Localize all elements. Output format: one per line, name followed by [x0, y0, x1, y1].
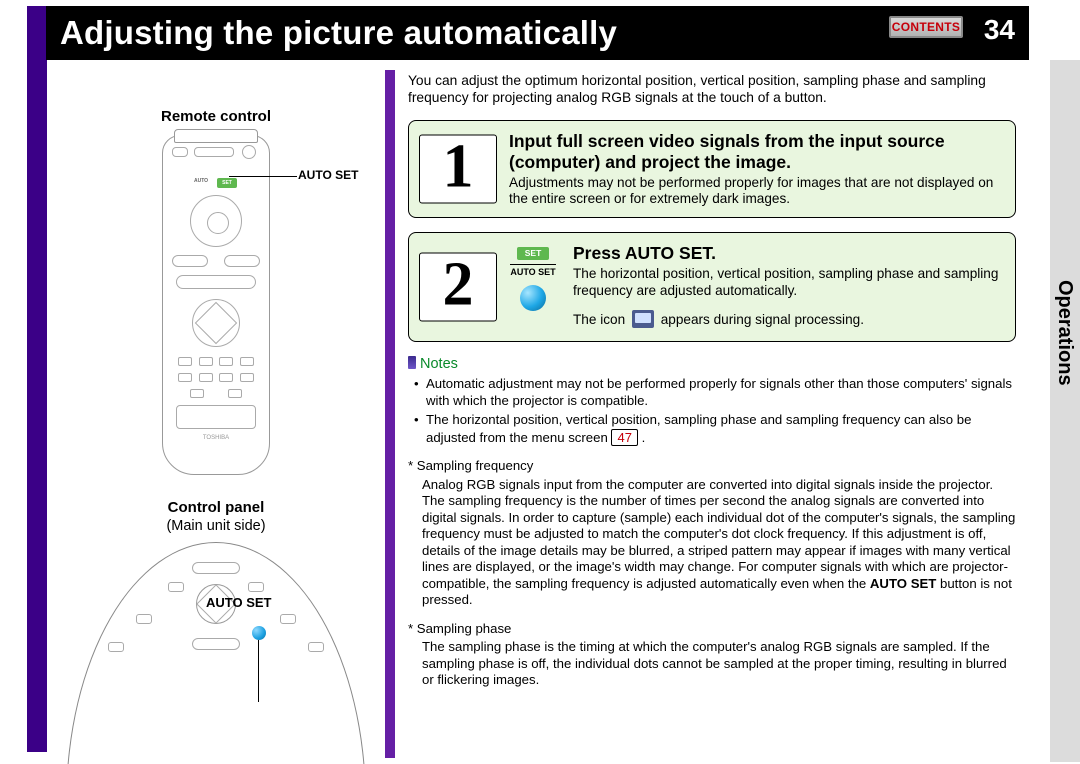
- remote-illustration: AUTO SET TOSHIBA: [162, 135, 270, 475]
- def1-part-a: Analog RGB signals input from the comput…: [422, 477, 1015, 591]
- auto-tiny-label: AUTO: [194, 178, 208, 184]
- note-1: Automatic adjustment may not be performe…: [414, 376, 1016, 409]
- step-1-number: 1: [420, 136, 496, 203]
- control-panel-illustration: [66, 542, 366, 682]
- manual-page: Adjusting the picture automatically CONT…: [0, 0, 1080, 764]
- step-2-body-1: The horizontal position, vertical positi…: [573, 266, 1001, 299]
- set-badge: SET: [517, 247, 550, 260]
- auto-set-callout-remote: AUTO SET: [298, 168, 358, 182]
- step-1-card: 1 Input full screen video signals from t…: [408, 120, 1016, 218]
- def-term-2: Sampling phase: [408, 621, 1016, 638]
- note-2-text-b: .: [642, 430, 646, 445]
- leader-line: [229, 176, 297, 177]
- intro-text: You can adjust the optimum horizontal po…: [408, 72, 1016, 106]
- notes-heading: Notes: [408, 356, 1016, 372]
- def-term-1: Sampling frequency: [408, 458, 1016, 475]
- step-2-number-box: 2: [419, 253, 497, 322]
- notes-list: Automatic adjustment may not be performe…: [414, 376, 1016, 446]
- section-tab: [1050, 60, 1080, 762]
- step-2-body-2: The icon appears during signal processin…: [573, 310, 1001, 329]
- definition-sampling-phase: Sampling phase The sampling phase is the…: [408, 621, 1016, 689]
- remote-control-heading: Remote control: [56, 108, 376, 125]
- auto-set-callout-panel: AUTO SET: [206, 595, 272, 610]
- page-number: 34: [984, 14, 1015, 46]
- icon-sentence-pre: The icon: [573, 312, 625, 327]
- control-panel-heading: Control panel: [56, 499, 376, 516]
- contents-button[interactable]: CONTENTS: [889, 16, 963, 38]
- processing-icon: [632, 310, 654, 328]
- section-tab-label: Operations: [1053, 280, 1076, 386]
- auto-set-sublabel: AUTO SET: [505, 267, 561, 277]
- step-2-number: 2: [420, 254, 496, 321]
- icon-sentence-post: appears during signal processing.: [661, 312, 864, 327]
- note-2: The horizontal position, vertical positi…: [414, 412, 1016, 446]
- note-2-text-a: The horizontal position, vertical positi…: [426, 412, 971, 445]
- decor-bar-divider: [385, 70, 395, 758]
- step-2-icon-column: SET AUTO SET: [505, 243, 561, 311]
- page-title: Adjusting the picture automatically: [60, 14, 617, 52]
- step-2-title: Press AUTO SET.: [573, 243, 1001, 264]
- step-1-body: Adjustments may not be performed properl…: [509, 175, 1001, 208]
- definition-sampling-frequency: Sampling frequency Analog RGB signals in…: [408, 458, 1016, 609]
- def-body-2: The sampling phase is the timing at whic…: [408, 639, 1016, 689]
- page-ref-link[interactable]: 47: [611, 429, 637, 447]
- auto-set-dot-icon: [520, 285, 546, 311]
- control-panel-subheading: (Main unit side): [56, 518, 376, 534]
- def-body-1: Analog RGB signals input from the comput…: [408, 477, 1016, 609]
- step-1-number-box: 1: [419, 135, 497, 204]
- auto-set-button-dot: [252, 626, 266, 640]
- right-column: You can adjust the optimum horizontal po…: [408, 72, 1016, 689]
- notes-icon: [408, 356, 416, 369]
- step-1-title: Input full screen video signals from the…: [509, 131, 1001, 172]
- step-2-card: 2 SET AUTO SET Press AUTO SET. The horiz…: [408, 232, 1016, 342]
- remote-set-button-highlight: SET: [217, 178, 237, 188]
- def1-bold: AUTO SET: [870, 576, 936, 591]
- header-band: Adjusting the picture automatically CONT…: [46, 6, 1029, 60]
- remote-brand: TOSHIBA: [162, 435, 270, 441]
- notes-heading-text: Notes: [420, 356, 458, 372]
- decor-bar-left: [27, 6, 47, 752]
- leader-line-vertical: [258, 640, 259, 702]
